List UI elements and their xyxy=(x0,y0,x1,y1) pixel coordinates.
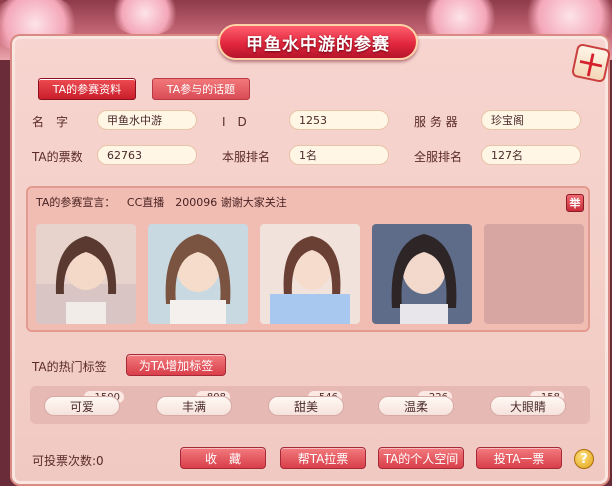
photo-thumbnail[interactable] xyxy=(260,224,360,324)
title-banner: 甲鱼水中游的参赛 xyxy=(218,24,418,60)
tab-topics[interactable]: TA参与的话题 xyxy=(152,78,250,100)
votes-label: TA的票数 xyxy=(32,150,83,164)
help-button[interactable]: ? xyxy=(574,449,594,469)
tag-button[interactable]: 丰满 xyxy=(156,396,232,416)
tab-label: TA的参赛资料 xyxy=(52,83,122,96)
remaining-votes: 可投票次数:0 xyxy=(32,454,104,468)
declaration-panel: TA的参赛宣言： CC直播 200096 谢谢大家关注 举 xyxy=(26,186,590,332)
photo-thumbnail[interactable] xyxy=(36,224,136,324)
report-icon: 举 xyxy=(569,197,581,210)
id-label: I D xyxy=(222,115,247,129)
name-label: 名 字 xyxy=(32,115,69,129)
local-rank-field: 1名 xyxy=(289,145,389,165)
collect-button[interactable]: 收 藏 xyxy=(180,447,266,469)
server-label: 服 务 器 xyxy=(414,115,458,129)
photo-thumbnail[interactable] xyxy=(148,224,248,324)
global-rank-label: 全服排名 xyxy=(414,150,463,164)
help-icon: ? xyxy=(580,451,588,467)
declaration-label: TA的参赛宣言： xyxy=(36,196,116,209)
photo-placeholder-icon xyxy=(260,224,360,324)
tab-profile[interactable]: TA的参赛资料 xyxy=(38,78,136,100)
tag-button[interactable]: 大眼睛 xyxy=(490,396,566,416)
tags-label: TA的热门标签 xyxy=(32,360,107,374)
close-icon: 十 xyxy=(575,49,606,82)
add-tag-button[interactable]: 为TA增加标签 xyxy=(126,354,226,376)
tag-button[interactable]: 甜美 xyxy=(268,396,344,416)
local-rank-label: 本服排名 xyxy=(222,150,271,164)
photo-thumbnail[interactable] xyxy=(372,224,472,324)
empty-photo-slot[interactable] xyxy=(484,224,584,324)
close-button[interactable]: 十 xyxy=(570,42,612,84)
name-field: 甲鱼水中游 xyxy=(97,110,197,130)
personal-space-button[interactable]: TA的个人空间 xyxy=(378,447,464,469)
declaration-text: CC直播 200096 谢谢大家关注 xyxy=(126,196,287,209)
votes-field: 62763 xyxy=(97,145,197,165)
photo-placeholder-icon xyxy=(148,224,248,324)
global-rank-field: 127名 xyxy=(481,145,581,165)
photo-placeholder-icon xyxy=(36,224,136,324)
window-title: 甲鱼水中游的参赛 xyxy=(246,34,390,55)
server-field: 珍宝阁 xyxy=(481,110,581,130)
vote-button[interactable]: 投TA一票 xyxy=(476,447,562,469)
tag-button[interactable]: 可爱 xyxy=(44,396,120,416)
declaration-line: TA的参赛宣言： CC直播 200096 谢谢大家关注 xyxy=(36,194,287,210)
tag-button[interactable]: 温柔 xyxy=(378,396,454,416)
canvass-button[interactable]: 帮TA拉票 xyxy=(280,447,366,469)
photo-placeholder-icon xyxy=(372,224,472,324)
report-button[interactable]: 举 xyxy=(566,194,584,212)
id-field: 1253 xyxy=(289,110,389,130)
tab-label: TA参与的话题 xyxy=(166,83,236,96)
